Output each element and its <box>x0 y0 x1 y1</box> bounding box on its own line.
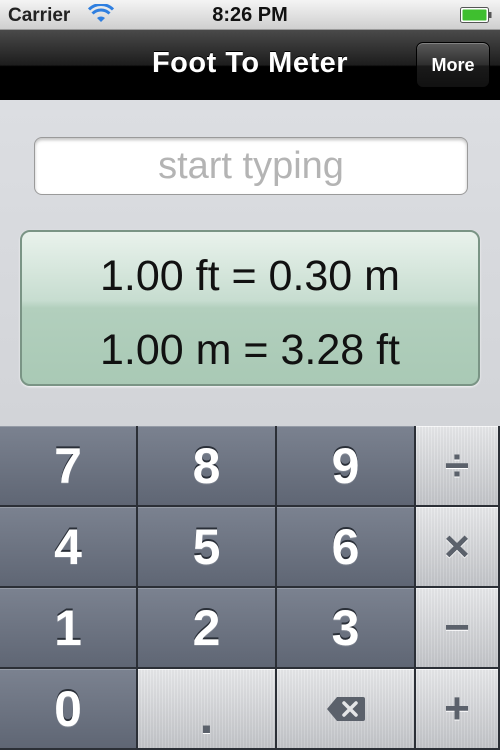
result-ft-to-m: 1.00 ft = 0.30 m <box>100 252 400 300</box>
clock: 8:26 PM <box>212 4 288 26</box>
key-7[interactable]: 7 <box>0 426 138 507</box>
key-minus[interactable]: − <box>416 588 500 669</box>
key-3[interactable]: 3 <box>277 588 416 669</box>
key-multiply[interactable]: × <box>416 507 500 588</box>
key-6[interactable]: 6 <box>277 507 416 588</box>
more-button[interactable]: More <box>416 42 490 88</box>
key-decimal[interactable]: . <box>138 669 277 750</box>
key-0[interactable]: 0 <box>0 669 138 750</box>
key-1[interactable]: 1 <box>0 588 138 669</box>
key-5[interactable]: 5 <box>138 507 277 588</box>
backspace-button[interactable] <box>277 669 416 750</box>
key-8[interactable]: 8 <box>138 426 277 507</box>
backspace-icon <box>326 696 365 721</box>
key-9[interactable]: 9 <box>277 426 416 507</box>
key-plus[interactable]: + <box>416 669 500 750</box>
value-input[interactable] <box>34 137 468 195</box>
result-m-to-ft: 1.00 m = 3.28 ft <box>100 326 400 374</box>
result-panel: 1.00 ft = 0.30 m 1.00 m = 3.28 ft <box>20 230 480 386</box>
battery-icon <box>460 7 492 23</box>
key-divide[interactable]: ÷ <box>416 426 500 507</box>
key-4[interactable]: 4 <box>0 507 138 588</box>
navigation-bar: Foot To Meter More <box>0 30 500 101</box>
converter-content: 1.00 ft = 0.30 m 1.00 m = 3.28 ft <box>0 100 500 426</box>
keypad: 7 8 9 ÷ 4 5 6 × 1 2 3 − 0 . + <box>0 426 500 750</box>
status-bar: Carrier 8:26 PM <box>0 0 500 30</box>
key-2[interactable]: 2 <box>138 588 277 669</box>
